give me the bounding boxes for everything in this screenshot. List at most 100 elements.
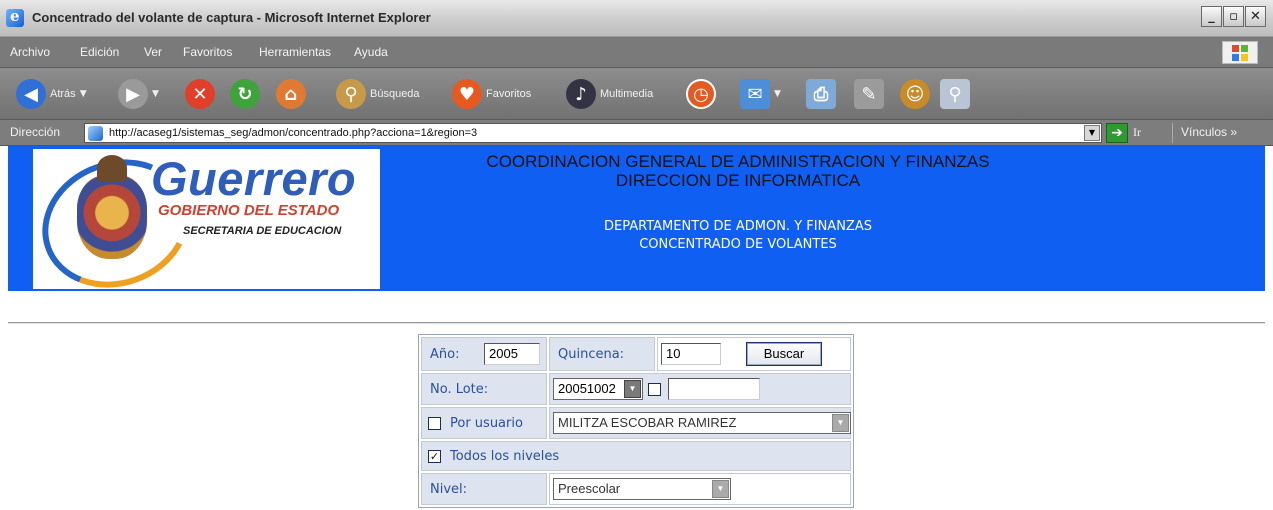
lote-select-value: 20051002	[558, 381, 616, 396]
address-bar: Dirección http://acaseg1/sistemas_seg/ad…	[0, 120, 1273, 146]
header-line-1: COORDINACION GENERAL DE ADMINISTRACION Y…	[486, 152, 990, 171]
page-icon	[88, 126, 103, 141]
forward-arrow-icon: ▶	[118, 79, 148, 109]
messenger-icon: ☺	[900, 79, 930, 109]
anio-cell: Año: 2005	[421, 337, 547, 371]
nivel-label: Nivel:	[430, 482, 468, 497]
window-title: Concentrado del volante de captura - Mic…	[32, 10, 431, 25]
guerrero-logo: Guerrero GOBIERNO DEL ESTADO SECRETARIA …	[33, 149, 380, 289]
anio-input[interactable]: 2005	[484, 343, 540, 365]
search-label: Búsqueda	[370, 88, 420, 100]
windows-logo-icon	[1222, 41, 1258, 64]
print-button[interactable]: ⎙	[806, 79, 836, 109]
media-button[interactable]: ♪ Multimedia	[566, 79, 653, 109]
research-button[interactable]: ⚲	[940, 79, 970, 109]
menu-edicion[interactable]: Edición	[80, 45, 119, 59]
menu-bar: Archivo Edición Ver Favoritos Herramient…	[0, 37, 1273, 68]
print-icon: ⎙	[806, 79, 836, 109]
usuario-label-cell: Por usuario	[421, 407, 547, 439]
quincena-input-cell: 10 Buscar	[657, 337, 851, 371]
stop-icon: ✕	[185, 79, 215, 109]
logo-title: Guerrero	[151, 152, 357, 205]
row-anio: Año: 2005 Quincena: 10 Buscar	[421, 337, 851, 371]
quincena-cell: Quincena:	[549, 337, 655, 371]
close-button[interactable]: ✕	[1245, 6, 1266, 27]
window-title-bar[interactable]: Concentrado del volante de captura - Mic…	[0, 0, 1273, 37]
separator	[8, 322, 1265, 324]
refresh-button[interactable]: ↻	[230, 79, 260, 109]
eagle-icon	[97, 155, 127, 181]
menu-ayuda[interactable]: Ayuda	[354, 45, 388, 59]
nivel-select-cell: Preescolar ▼	[549, 473, 851, 505]
por-usuario-checkbox[interactable]	[428, 417, 441, 430]
lote-label: No. Lote:	[430, 382, 489, 397]
por-usuario-label[interactable]: Por usuario	[450, 416, 523, 431]
go-arrow-icon[interactable]: ➔	[1106, 123, 1128, 143]
nivel-label-cell: Nivel:	[421, 473, 547, 505]
mail-icon: ✉	[740, 79, 770, 109]
search-button[interactable]: ⚲ Búsqueda	[336, 79, 420, 109]
lote-input-cell: 20051002 ▼	[549, 373, 851, 405]
history-button[interactable]: ◷	[686, 79, 716, 109]
mail-button[interactable]: ✉ ▼	[740, 79, 781, 109]
back-arrow-icon: ◀	[16, 79, 46, 109]
pencil-icon: ✎	[854, 79, 884, 109]
lote-select[interactable]: 20051002 ▼	[553, 378, 643, 400]
header-line-2: DIRECCION DE INFORMATICA	[615, 171, 861, 190]
refresh-icon: ↻	[230, 79, 260, 109]
logo-secretaria: SECRETARIA DE EDUCACION	[183, 225, 342, 237]
lote-extra-input[interactable]	[668, 378, 760, 400]
header-banner: Guerrero GOBIERNO DEL ESTADO SECRETARIA …	[8, 146, 1265, 291]
quincena-label: Quincena:	[558, 347, 625, 362]
back-button[interactable]: ◀ Atrás ▼	[16, 79, 87, 109]
usuario-select[interactable]: MILITZA ESCOBAR RAMIREZ ▼	[553, 412, 851, 434]
quincena-input[interactable]: 10	[661, 343, 721, 365]
messenger-button[interactable]: ☺	[900, 79, 930, 109]
todos-niveles-checkbox[interactable]: ✓	[428, 450, 441, 463]
address-url: http://acaseg1/sistemas_seg/admon/concen…	[109, 127, 478, 139]
usuario-select-cell: MILITZA ESCOBAR RAMIREZ ▼	[549, 407, 851, 439]
maximize-button[interactable]: ▫	[1223, 6, 1244, 27]
header-main-title: COORDINACION GENERAL DE ADMINISTRACION Y…	[408, 152, 1068, 190]
ie-icon	[6, 7, 24, 27]
minimize-button[interactable]: _	[1201, 6, 1222, 27]
chevron-down-icon: ▼	[712, 480, 729, 498]
home-button[interactable]: ⌂	[276, 79, 306, 109]
address-input[interactable]: http://acaseg1/sistemas_seg/admon/concen…	[84, 123, 1102, 143]
row-usuario: Por usuario MILITZA ESCOBAR RAMIREZ ▼	[421, 407, 851, 439]
favorites-button[interactable]: ♥ Favoritos	[452, 79, 531, 109]
lote-label-cell: No. Lote:	[421, 373, 547, 405]
menu-favoritos[interactable]: Favoritos	[183, 45, 232, 59]
media-label: Multimedia	[600, 88, 654, 100]
media-icon: ♪	[566, 79, 596, 109]
buscar-button[interactable]: Buscar	[746, 342, 822, 366]
toolbar: ◀ Atrás ▼ ▶ ▼ ✕ ↻ ⌂ ⚲ Búsqueda ♥ Favorit…	[0, 68, 1273, 120]
search-form: Año: 2005 Quincena: 10 Buscar No. Lote: …	[418, 334, 854, 508]
links-button[interactable]: Vínculos »	[1172, 123, 1243, 143]
chevron-down-icon: ▼	[832, 414, 849, 432]
go-button[interactable]: Ir	[1133, 125, 1141, 140]
back-label: Atrás	[50, 88, 76, 100]
nivel-select[interactable]: Preescolar ▼	[553, 478, 731, 500]
address-dropdown-button[interactable]: ▼	[1084, 125, 1100, 141]
chevron-down-icon: ▼	[79, 89, 87, 99]
menu-herramientas[interactable]: Herramientas	[259, 45, 331, 59]
todos-niveles-label[interactable]: Todos los niveles	[450, 449, 559, 464]
row-nivel: Nivel: Preescolar ▼	[421, 473, 851, 505]
header-sub-title: DEPARTAMENTO DE ADMON. Y FINANZAS CONCEN…	[408, 218, 1068, 254]
lote-checkbox[interactable]	[648, 383, 661, 396]
favorites-label: Favoritos	[486, 88, 532, 100]
header-line-4: CONCENTRADO DE VOLANTES	[639, 237, 837, 252]
clock-icon: ◷	[686, 79, 716, 109]
edit-button[interactable]: ✎	[854, 79, 884, 109]
row-lote: No. Lote: 20051002 ▼	[421, 373, 851, 405]
nivel-select-value: Preescolar	[558, 481, 621, 496]
anio-label: Año:	[430, 347, 460, 362]
row-todos-niveles: ✓ Todos los niveles	[421, 441, 851, 471]
menu-archivo[interactable]: Archivo	[10, 45, 50, 59]
menu-ver[interactable]: Ver	[144, 45, 162, 59]
header-line-3: DEPARTAMENTO DE ADMON. Y FINANZAS	[604, 219, 872, 234]
forward-button[interactable]: ▶ ▼	[118, 79, 159, 109]
stop-button[interactable]: ✕	[185, 79, 215, 109]
usuario-select-value: MILITZA ESCOBAR RAMIREZ	[558, 415, 737, 430]
